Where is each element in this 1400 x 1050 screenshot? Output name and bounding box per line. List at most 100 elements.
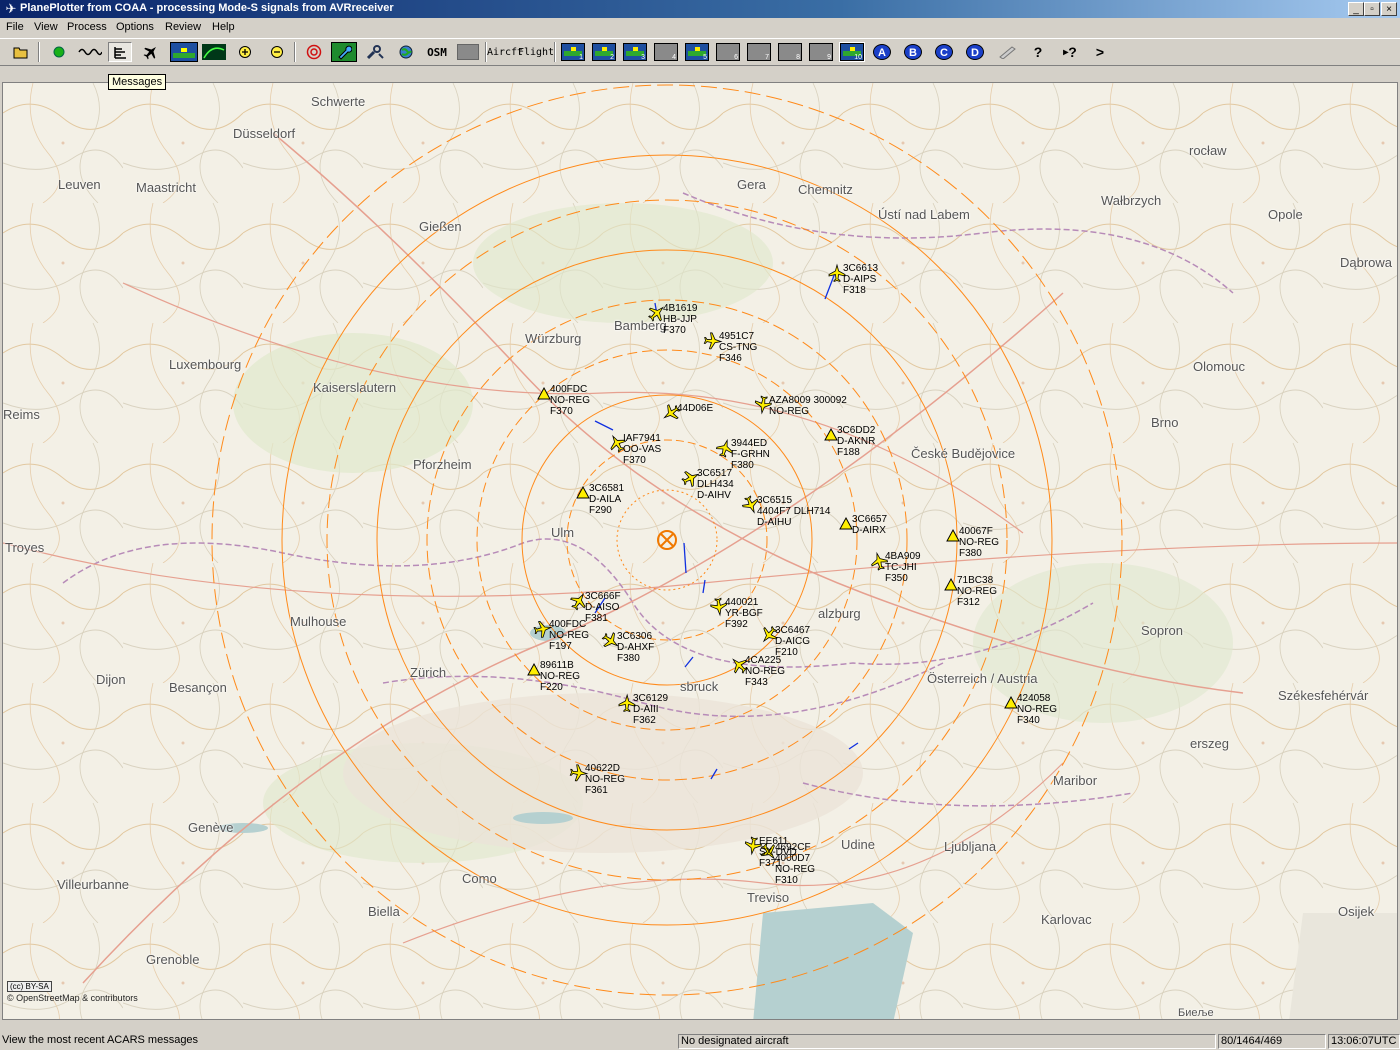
map-city-label: Besançon [169,680,227,695]
open-folder-icon[interactable] [10,42,32,62]
aircraft-label[interactable]: 4CA225 NO-REG F343 [745,655,785,688]
aircraft-label-button[interactable]: Aircft [487,42,523,62]
map-city-label: Ústí nad Labem [878,207,970,222]
aircraft-label[interactable]: AZA8009 300092 NO-REG [769,395,847,417]
circle-b-button[interactable]: B [904,44,922,60]
aircraft-label[interactable]: 3C6657 D-AIRX [852,514,887,536]
osm-button[interactable]: OSM [421,42,453,62]
zoom-out-icon[interactable] [266,42,288,62]
aircraft-label[interactable]: 3C6517 DLH434 D-AIHV [697,468,734,501]
zoom-in-icon[interactable] [234,42,256,62]
layer-5-button[interactable]: 5 [685,43,709,61]
map-city-label: Opole [1268,207,1303,222]
aircraft-icon[interactable] [140,42,162,62]
aircraft-label[interactable]: 3C6DD2 D-AKNR F188 [837,425,875,458]
map-city-label: Gera [737,177,766,192]
toolbar-more-button[interactable]: > [1090,42,1110,62]
aircraft-label[interactable]: IAF7941 OO-VAS F370 [623,433,661,466]
map-city-label: Ulm [551,525,575,540]
map-view[interactable]: Schwerte Düsseldorf Leuven Maastricht Gi… [2,82,1398,1020]
aircraft-label[interactable]: 3C666F D-AISO F381 [585,591,621,624]
aircraft-label[interactable]: 71BC38 NO-REG F312 [957,575,997,608]
map-city-label: Reims [3,407,40,422]
layer-4-button[interactable]: 4 [654,43,678,61]
aircraft-label[interactable]: 40067F NO-REG F380 [959,526,999,559]
menu-view[interactable]: View [34,21,58,33]
map-city-label: Leuven [58,177,101,192]
map-city-label: Zürich [410,665,447,680]
home-location-target-icon[interactable] [303,42,325,62]
settings-tools-icon[interactable] [363,42,387,62]
menu-file[interactable]: File [6,21,24,33]
close-button[interactable]: × [1381,2,1397,16]
disabled-layer-button[interactable] [457,44,479,60]
menu-process[interactable]: Process [67,21,107,33]
layer-2-button[interactable]: 2 [592,43,616,61]
layer-3-button[interactable]: 3 [623,43,647,61]
pen-icon[interactable] [996,42,1020,62]
menu-help[interactable]: Help [212,21,235,33]
messages-tooltip: Messages [108,74,167,90]
context-help-button[interactable]: ▸? [1058,42,1082,62]
map-city-label: Schwerte [311,94,366,109]
aircraft-label[interactable]: 4951C7 CS-TNG F346 [719,331,757,364]
map-city-label: Grenoble [146,952,200,967]
menu-bar: File View Process Options Review Help [0,19,1400,37]
layer-1-button[interactable]: 1 [561,43,585,61]
aircraft-label[interactable]: 89611B NO-REG F220 [540,660,580,693]
messages-icon[interactable] [108,42,132,62]
minimize-button[interactable]: _ [1348,2,1364,16]
aircraft-label[interactable]: 400FDC NO-REG F197 [549,619,589,652]
toolbar-separator [554,42,556,62]
aircraft-label[interactable]: 3C6129 D-AIII F362 [633,693,668,726]
menu-review[interactable]: Review [165,21,201,33]
map-city-label: Osijek [1338,904,1375,919]
map-city-label: Treviso [747,890,790,905]
tools-wrench-icon[interactable] [331,42,357,62]
aircraft-label[interactable]: 3C6306 D-AHXF F380 [617,631,654,664]
globe-icon[interactable] [395,42,417,62]
aircraft-label[interactable]: EE611 SX-DVD F371 [759,836,797,869]
flight-label-button[interactable]: Flight [518,42,554,62]
menu-options[interactable]: Options [116,21,154,33]
map-canvas [3,83,1397,1019]
range-plot-icon[interactable] [200,42,228,62]
map-city-label: Dijon [96,672,126,687]
title-bar: ✈ PlanePlotter from COAA - processing Mo… [0,0,1400,18]
map-city-label: alzburg [818,606,861,621]
aircraft-label[interactable]: 40622D NO-REG F361 [585,763,625,796]
status-hint: View the most recent ACARS messages [2,1034,199,1046]
aircraft-label[interactable]: 3C6467 D-AICG F210 [775,625,810,658]
aircraft-label[interactable]: 440021 YR-BGF F392 [725,597,763,630]
aircraft-label[interactable]: 3944ED F-GRHN F380 [731,438,770,471]
layer-6-button[interactable]: 6 [716,43,740,61]
signal-wave-icon[interactable] [76,42,104,62]
map-city-label: sbruck [680,679,719,694]
circle-a-button[interactable]: A [873,44,891,60]
map-city-label: Como [462,871,497,886]
layer-7-button[interactable]: 7 [747,43,771,61]
window-title: PlanePlotter from COAA - processing Mode… [20,2,394,14]
map-city-label: Székesfehérvár [1278,688,1369,703]
map-city-label: Chemnitz [798,182,853,197]
layer-9-button[interactable]: 9 [809,43,833,61]
aircraft-label[interactable]: 3C6613 D-AIPS F318 [843,263,878,296]
start-green-dot-icon[interactable] [48,42,70,62]
toolbar-separator [294,42,296,62]
aircraft-label[interactable]: 4B1619 HB-JJP F370 [663,303,697,336]
layer-8-button[interactable]: 8 [778,43,802,61]
map-layer-icon[interactable] [170,42,198,62]
aircraft-label[interactable]: 44D06E [677,403,713,414]
circle-c-button[interactable]: C [935,44,953,60]
help-button[interactable]: ? [1028,42,1048,62]
map-city-label: Kaiserslautern [313,380,397,395]
map-city-label: Sopron [1141,623,1183,638]
aircraft-label[interactable]: 424058 NO-REG F340 [1017,693,1057,726]
circle-d-button[interactable]: D [966,44,984,60]
aircraft-label[interactable]: 4BA909 TC-JHI F350 [885,551,921,584]
layer-10-button[interactable]: 10 [839,42,865,62]
aircraft-label[interactable]: 400FDC NO-REG F370 [550,384,590,417]
maximize-button[interactable]: ▫ [1364,2,1380,16]
aircraft-label[interactable]: 3C6581 D-AILA F290 [589,483,624,516]
aircraft-label[interactable]: 3C6515 4404F7 DLH714 D-AIHU [757,495,830,528]
